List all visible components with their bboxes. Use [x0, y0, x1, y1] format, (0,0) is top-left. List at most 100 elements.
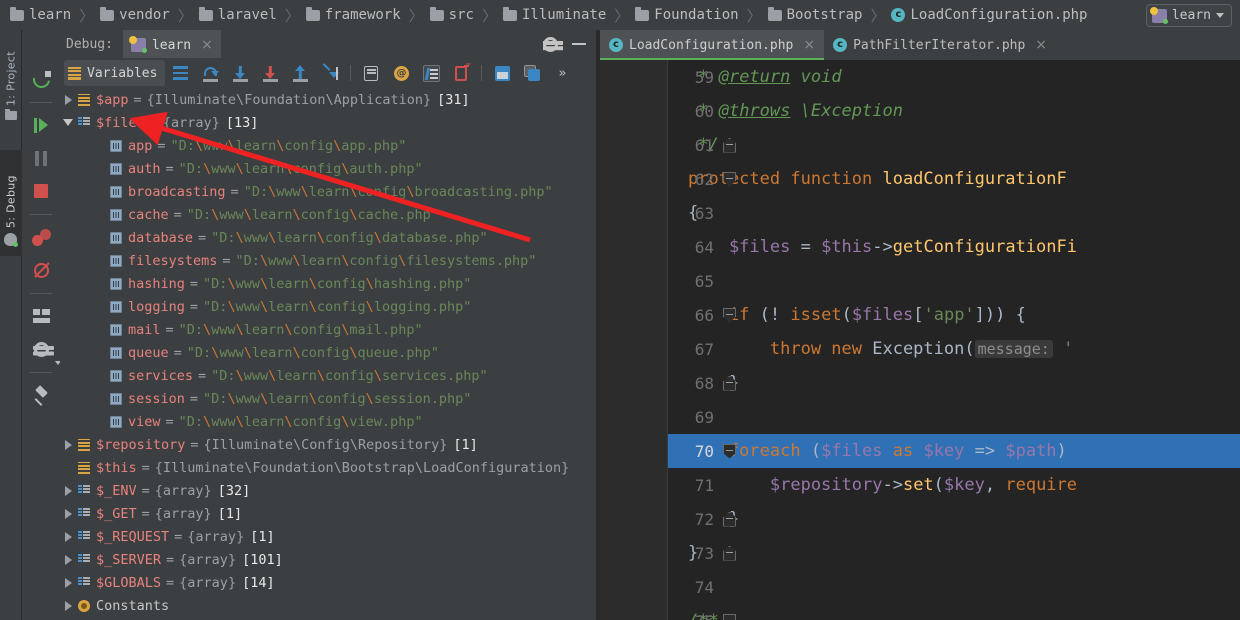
code-line[interactable]: 59 * @return void — [668, 60, 1240, 94]
pin-tab-button[interactable] — [26, 380, 56, 410]
variable-row[interactable]: filesystems = "D:\www\learn\config\filesys… — [60, 249, 596, 272]
fold-marker-icon[interactable] — [723, 137, 736, 153]
variable-row[interactable]: $_GET = {array} [1] — [60, 502, 596, 525]
evaluate-expression-button[interactable] — [356, 60, 386, 86]
editor-gutter[interactable] — [600, 60, 668, 620]
run-to-cursor-button[interactable] — [315, 60, 345, 86]
collapse-arrow-icon[interactable] — [60, 119, 76, 126]
variable-row[interactable]: view = "D:\www\learn\config\view.php" — [60, 410, 596, 433]
expand-arrow-icon[interactable] — [60, 94, 76, 105]
variables-tree[interactable]: $app = {Illuminate\Foundation\Application}… — [60, 88, 596, 620]
code-editor[interactable]: 59 * @return void 60 * @throws \Exception… — [600, 60, 1240, 620]
mute-breakpoints-button[interactable] — [26, 255, 56, 285]
variable-row[interactable]: $this = {Illuminate\Foundation\Bootstrap\L… — [60, 456, 596, 479]
stop-button[interactable] — [26, 176, 56, 206]
expand-arrow-icon[interactable] — [60, 439, 76, 450]
breadcrumb-item-Illuminate[interactable]: Illuminate — [501, 0, 608, 30]
close-icon[interactable]: × — [799, 38, 815, 52]
variable-row[interactable]: $repository = {Illuminate\Config\Repositor… — [60, 433, 596, 456]
variable-row[interactable]: session = "D:\www\learn\config\session.php… — [60, 387, 596, 410]
breadcrumb-item-Foundation[interactable]: Foundation — [633, 0, 740, 30]
add-watch-button[interactable] — [446, 60, 476, 86]
string-key-icon — [110, 346, 122, 359]
watches-button[interactable] — [416, 60, 446, 86]
variable-row[interactable]: $files = {array} [13] — [60, 111, 596, 134]
variable-row[interactable]: logging = "D:\www\learn\config\logging.php… — [60, 295, 596, 318]
breadcrumb-item-vendor[interactable]: vendor — [98, 0, 172, 30]
editor-tab-LoadConfiguration-php[interactable]: c LoadConfiguration.php × — [600, 30, 825, 60]
variable-row[interactable]: Constants — [60, 594, 596, 617]
variable-row[interactable]: cache = "D:\www\learn\config\cache.php" — [60, 203, 596, 226]
code-line[interactable]: 75/** — [668, 604, 1240, 620]
code-line[interactable]: 69 — [668, 400, 1240, 434]
resume-button[interactable] — [26, 110, 56, 140]
code-line[interactable]: 65 — [668, 264, 1240, 298]
sidebar-item-project[interactable]: 1: Project — [0, 32, 22, 130]
expand-arrow-icon[interactable] — [60, 508, 76, 519]
expand-arrow-icon[interactable] — [60, 485, 76, 496]
show-frames-button[interactable] — [165, 60, 195, 86]
expand-arrow-icon[interactable] — [60, 577, 76, 588]
code-line[interactable]: 72 } — [668, 502, 1240, 536]
step-out-button[interactable] — [285, 60, 315, 86]
layout-settings-button[interactable] — [26, 301, 56, 331]
tab-variables[interactable]: Variables — [64, 60, 166, 86]
breadcrumb-item-Bootstrap[interactable]: Bootstrap — [766, 0, 865, 30]
code-line[interactable]: 73} — [668, 536, 1240, 570]
expand-arrow-icon[interactable] — [60, 554, 76, 565]
step-over-button[interactable] — [195, 60, 225, 86]
fold-marker-icon[interactable] — [723, 545, 736, 561]
code-line-current[interactable]: 70 foreach ($files as $key => $path) — [668, 434, 1240, 468]
variable-row[interactable]: $app = {Illuminate\Foundation\Application}… — [60, 88, 596, 111]
code-line[interactable]: 60 * @throws \Exception — [668, 94, 1240, 128]
variable-row[interactable]: broadcasting = "D:\www\learn\config\broadc… — [60, 180, 596, 203]
code-line[interactable]: 71 $repository->set($key, require — [668, 468, 1240, 502]
variable-row[interactable]: mail = "D:\www\learn\config\mail.php" — [60, 318, 596, 341]
expand-arrow-icon[interactable] — [60, 531, 76, 542]
code-line[interactable]: 74 — [668, 570, 1240, 604]
settings-button[interactable] — [26, 334, 61, 365]
code-line[interactable]: 63{ — [668, 196, 1240, 230]
run-configuration-selector[interactable]: learn — [1145, 4, 1232, 27]
variable-row[interactable]: $_ENV = {array} [32] — [60, 479, 596, 502]
breadcrumb-item-learn[interactable]: learn — [8, 0, 73, 30]
variable-row[interactable]: services = "D:\www\learn\config\services.p… — [60, 364, 596, 387]
equals-sign: = — [165, 413, 174, 430]
variable-row[interactable]: $GLOBALS = {array} [14] — [60, 571, 596, 594]
step-into-button[interactable] — [225, 60, 255, 86]
variable-row[interactable]: auth = "D:\www\learn\config\auth.php" — [60, 157, 596, 180]
breadcrumb-item-framework[interactable]: framework — [304, 0, 403, 30]
sidebar-item-debug[interactable]: 5: Debug — [0, 150, 22, 256]
variable-row[interactable]: $_REQUEST = {array} [1] — [60, 525, 596, 548]
code-line[interactable]: 64 $files = $this->getConfigurationFi — [668, 230, 1240, 264]
code-line[interactable]: 62 protected function loadConfigurationF — [668, 162, 1240, 196]
code-line[interactable]: 66 if (! isset($files['app'])) { — [668, 298, 1240, 332]
variable-row[interactable]: app = "D:\www\learn\config\app.php" — [60, 134, 596, 157]
minimize-icon[interactable] — [572, 43, 586, 45]
expand-arrow-icon[interactable] — [60, 600, 76, 611]
variable-row[interactable]: $_SERVER = {array} [101] — [60, 548, 596, 571]
view-breakpoints-button[interactable] — [26, 222, 56, 252]
breadcrumb-item-src[interactable]: src — [428, 0, 476, 30]
code-line[interactable]: 61 */ — [668, 128, 1240, 162]
code-line[interactable]: 67 throw new Exception(message: ' — [668, 332, 1240, 366]
pause-button[interactable] — [26, 143, 56, 173]
variable-row[interactable]: queue = "D:\www\learn\config\queue.php" — [60, 341, 596, 364]
code-line[interactable]: 68 } — [668, 366, 1240, 400]
close-icon[interactable]: × — [197, 38, 213, 52]
variable-row[interactable]: database = "D:\www\learn\config\database.p… — [60, 226, 596, 249]
close-icon[interactable]: × — [1031, 38, 1047, 52]
copy-value-button[interactable] — [517, 60, 547, 86]
gear-icon[interactable] — [542, 36, 563, 52]
php-settings-button[interactable]: @ — [386, 60, 416, 86]
debug-session-tab[interactable]: learn × — [122, 30, 221, 58]
variable-row[interactable]: hashing = "D:\www\learn\config\hashing.php… — [60, 272, 596, 295]
breadcrumb-item-LoadConfiguration-php[interactable]: c LoadConfiguration.php — [889, 0, 1089, 30]
force-step-into-button[interactable] — [255, 60, 285, 86]
rerun-button[interactable] — [26, 64, 56, 94]
editor-tab-PathFilterIterator-php[interactable]: c PathFilterIterator.php × — [824, 30, 1056, 60]
breadcrumb-item-laravel[interactable]: laravel — [197, 0, 279, 30]
restore-layout-button[interactable] — [487, 60, 517, 86]
fold-marker-icon[interactable] — [723, 613, 736, 620]
more-button[interactable]: » — [547, 60, 577, 86]
